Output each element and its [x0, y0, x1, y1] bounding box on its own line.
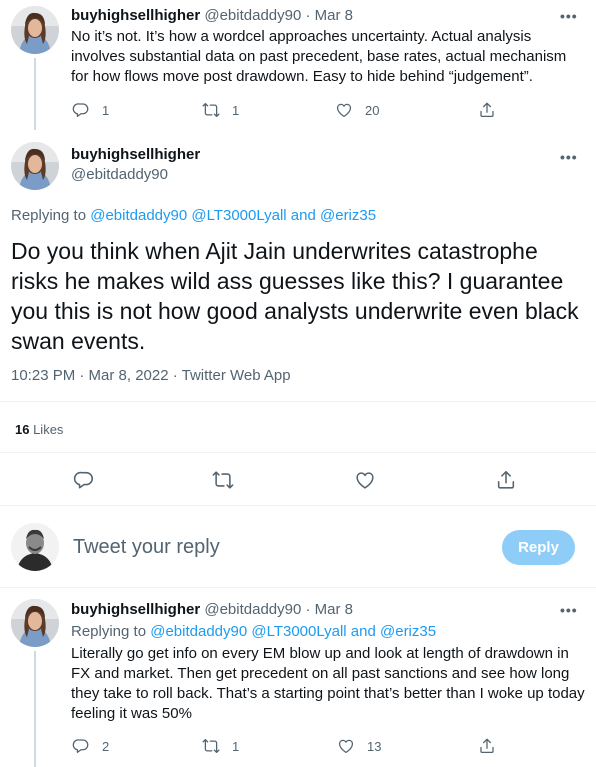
like-button[interactable]: 20 [335, 100, 379, 120]
separator: · [305, 7, 311, 24]
like-count: 20 [365, 102, 380, 118]
reply-button[interactable]: 1 [72, 100, 109, 120]
thread-line [34, 58, 36, 130]
like-button[interactable]: 13 [337, 736, 381, 756]
display-name[interactable]: buyhighsellhigher [71, 146, 200, 163]
separator: · [305, 601, 311, 618]
heart-icon [354, 469, 376, 491]
reply-button[interactable]: 2 [72, 736, 109, 756]
divider [0, 505, 596, 506]
tweet-text: No it’s not. It’s how a wordcel approach… [71, 28, 567, 85]
reply-icon [73, 469, 95, 491]
likes-summary[interactable]: 16 Likes [15, 422, 63, 437]
handle[interactable]: @ebitdaddy90 [204, 7, 301, 24]
share-icon [478, 101, 496, 119]
replying-prefix: Replying to [11, 207, 91, 224]
replying-to: Replying to @ebitdaddy90 @LT3000Lyall an… [11, 207, 376, 224]
more-options-icon[interactable]: ••• [560, 602, 578, 618]
replying-to-links[interactable]: @ebitdaddy90 @LT3000Lyall and @eriz35 [90, 207, 376, 224]
like-button[interactable] [354, 468, 376, 492]
share-button[interactable] [478, 100, 496, 120]
likes-label: Likes [29, 422, 64, 437]
tweet-text: Literally go get info on every EM blow u… [71, 645, 585, 722]
replying-to: Replying to @ebitdaddy90 @LT3000Lyall an… [71, 623, 436, 640]
heart-icon [335, 101, 353, 119]
retweet-button[interactable]: 1 [202, 736, 239, 756]
main-tweet-text: Do you think when Ajit Jain underwrites … [11, 238, 579, 354]
more-options-icon[interactable]: ••• [560, 8, 578, 24]
like-count: 13 [367, 738, 382, 754]
tweet-meta[interactable]: 10:23 PM · Mar 8, 2022 · Twitter Web App [11, 367, 291, 384]
replying-to-links[interactable]: @ebitdaddy90 @LT3000Lyall and @eriz35 [150, 623, 436, 640]
reply-button[interactable] [73, 468, 95, 492]
handle[interactable]: @ebitdaddy90 [204, 601, 301, 618]
likes-count: 16 [15, 422, 30, 437]
tweet-date[interactable]: Mar 8 [315, 601, 353, 618]
tweet-header: buyhighsellhigher @ebitdaddy90 · Mar 8 [71, 601, 353, 618]
thread-line [34, 651, 36, 767]
handle[interactable]: @ebitdaddy90 [71, 166, 168, 183]
display-name[interactable]: buyhighsellhigher [71, 601, 200, 618]
share-icon [495, 469, 517, 491]
divider [0, 401, 596, 402]
avatar[interactable] [11, 6, 59, 54]
share-button[interactable] [478, 736, 496, 756]
retweet-icon [202, 101, 220, 119]
avatar[interactable] [11, 599, 59, 647]
heart-icon [337, 737, 355, 755]
display-name[interactable]: buyhighsellhigher [71, 7, 200, 24]
reply-icon [72, 737, 90, 755]
retweet-icon [212, 469, 234, 491]
replying-prefix: Replying to [71, 623, 151, 640]
reply-icon [72, 101, 90, 119]
reply-count: 1 [102, 102, 110, 118]
current-user-avatar[interactable] [11, 523, 59, 571]
divider [0, 587, 596, 588]
reply-input[interactable]: Tweet your reply [73, 536, 220, 559]
divider [0, 452, 596, 453]
share-button[interactable] [495, 468, 517, 492]
share-icon [478, 737, 496, 755]
retweet-count: 1 [232, 738, 240, 754]
retweet-button[interactable] [212, 468, 234, 492]
more-options-icon[interactable]: ••• [560, 149, 578, 165]
tweet-header: buyhighsellhigher @ebitdaddy90 · Mar 8 [71, 7, 353, 24]
tweet-date[interactable]: Mar 8 [315, 7, 353, 24]
reply-submit-button[interactable]: Reply [502, 530, 575, 565]
avatar[interactable] [11, 142, 59, 190]
retweet-icon [202, 737, 220, 755]
reply-count: 2 [102, 738, 110, 754]
retweet-button[interactable]: 1 [202, 100, 239, 120]
retweet-count: 1 [232, 102, 240, 118]
